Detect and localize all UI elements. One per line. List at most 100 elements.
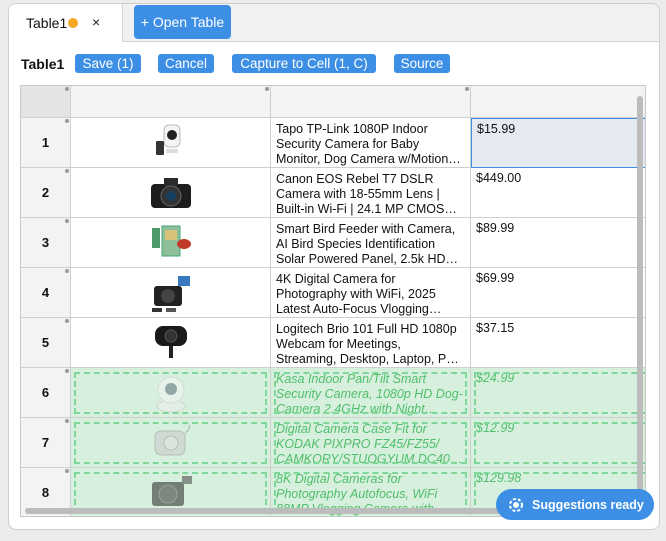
title-line: Smart Bird Feeder with Camera, bbox=[276, 222, 456, 236]
tab-label: Table1 bbox=[26, 15, 68, 31]
price-value: $37.15 bbox=[476, 321, 515, 335]
image-cell[interactable] bbox=[71, 118, 271, 168]
column-header-b[interactable] bbox=[271, 86, 471, 118]
resize-handle-icon[interactable] bbox=[65, 119, 69, 123]
bird-feeder-image bbox=[145, 222, 197, 264]
title-line: Tapo TP-Link 1080P Indoor bbox=[276, 122, 428, 136]
title-line: Streaming, Desktop, Laptop, P… bbox=[276, 352, 459, 366]
price-value: $129.98 bbox=[476, 471, 522, 485]
sparkle-icon bbox=[509, 497, 523, 512]
resize-handle-icon[interactable] bbox=[65, 469, 69, 473]
title-cell[interactable]: Logitech Brio 101 Full HD 1080p Webcam fo… bbox=[271, 318, 471, 368]
unsaved-dot-icon bbox=[68, 18, 79, 28]
row-number[interactable]: 7 bbox=[21, 418, 71, 468]
product-title: Digital Camera Case Fit for KODAK PIXPRO … bbox=[271, 418, 470, 471]
title-line: Security Camera for Baby bbox=[276, 137, 420, 151]
row-number[interactable]: 5 bbox=[21, 318, 71, 368]
dslr-camera-image bbox=[145, 172, 197, 214]
title-line: 4K Digital Camera for bbox=[276, 272, 396, 286]
product-title: Tapo TP-Link 1080P Indoor Security Camera… bbox=[271, 118, 470, 171]
price-value: $15.99 bbox=[477, 122, 516, 136]
resize-handle-icon[interactable] bbox=[65, 219, 69, 223]
row-number[interactable]: 6 bbox=[21, 368, 71, 418]
price-value: $89.99 bbox=[476, 221, 515, 235]
row-number[interactable]: 1 bbox=[21, 118, 71, 168]
title-line: Logitech Brio 101 Full HD 1080p bbox=[276, 322, 457, 336]
image-cell[interactable] bbox=[71, 368, 271, 418]
resize-handle-icon[interactable] bbox=[65, 369, 69, 373]
title-cell[interactable]: 4K Digital Camera for Photography with Wi… bbox=[271, 268, 471, 318]
close-tab-icon[interactable]: × bbox=[92, 14, 100, 30]
digital-camera-kit-image bbox=[145, 272, 197, 314]
title-cell[interactable]: Canon EOS Rebel T7 DSLR Camera with 18-55… bbox=[271, 168, 471, 218]
title-line: Photography Autofocus, WiFi bbox=[276, 487, 438, 501]
selected-price-cell[interactable]: $15.99 bbox=[471, 118, 645, 168]
product-title: Smart Bird Feeder with Camera, AI Bird Sp… bbox=[271, 218, 470, 271]
toast-label: Suggestions ready bbox=[532, 497, 644, 512]
resize-handle-icon[interactable] bbox=[65, 319, 69, 323]
suggestions-toast[interactable]: Suggestions ready bbox=[496, 489, 654, 520]
tab-table1[interactable]: Table1 × bbox=[9, 4, 123, 42]
open-table-button[interactable]: + Open Table bbox=[134, 5, 231, 39]
title-line: Photography with WiFi, 2025 bbox=[276, 287, 436, 301]
resize-handle-icon[interactable] bbox=[65, 87, 69, 91]
save-button[interactable]: Save (1) bbox=[75, 54, 141, 73]
image-cell[interactable] bbox=[71, 318, 271, 368]
image-cell[interactable] bbox=[71, 268, 271, 318]
row-number[interactable]: 2 bbox=[21, 168, 71, 218]
camera-case-image bbox=[145, 422, 197, 464]
title-cell[interactable]: Kasa Indoor Pan/Tilt Smart Security Camer… bbox=[271, 368, 471, 418]
title-line: Camera with 18-55mm Lens | bbox=[276, 187, 440, 201]
row-number[interactable]: 4 bbox=[21, 268, 71, 318]
table-title: Table1 bbox=[21, 56, 65, 72]
title-line: KODAK PIXPRO FZ45/FZ55/ bbox=[276, 437, 440, 451]
title-cell[interactable]: Tapo TP-Link 1080P Indoor Security Camera… bbox=[271, 118, 471, 168]
title-line: CAMKORY/STUOGYUM DC402… bbox=[276, 452, 465, 466]
price-value: $24.99 bbox=[476, 371, 515, 385]
pan-tilt-camera-image bbox=[145, 372, 197, 414]
title-line: Latest Auto-Focus Vlogging… bbox=[276, 302, 442, 316]
column-header-c[interactable] bbox=[471, 86, 645, 118]
corner-cell[interactable] bbox=[21, 86, 71, 118]
price-cell[interactable]: $449.00 bbox=[471, 168, 645, 218]
resize-handle-icon[interactable] bbox=[65, 269, 69, 273]
price-cell[interactable]: $24.99 bbox=[471, 368, 645, 418]
title-line: Monitor, Dog Camera w/Motion… bbox=[276, 152, 461, 166]
resize-handle-icon[interactable] bbox=[265, 87, 269, 91]
capture-to-cell-button[interactable]: Capture to Cell (1, C) bbox=[232, 54, 376, 73]
cancel-button[interactable]: Cancel bbox=[158, 54, 214, 73]
row-number[interactable]: 3 bbox=[21, 218, 71, 268]
table-window: Table1 × + Open Table Table1 Save (1) Ca… bbox=[8, 3, 660, 530]
tab-bar: Table1 × + Open Table bbox=[9, 4, 659, 42]
image-cell[interactable] bbox=[71, 168, 271, 218]
title-line: Security Camera, 1080p HD Dog- bbox=[276, 387, 463, 401]
title-cell[interactable]: Digital Camera Case Fit for KODAK PIXPRO … bbox=[271, 418, 471, 468]
column-header-a[interactable] bbox=[71, 86, 271, 118]
price-cell[interactable]: $69.99 bbox=[471, 268, 645, 318]
resize-handle-icon[interactable] bbox=[65, 419, 69, 423]
title-line: AI Bird Species Identification bbox=[276, 237, 436, 251]
toolbar: Table1 Save (1) Cancel Capture to Cell (… bbox=[9, 42, 659, 84]
title-line: 8K Digital Cameras for bbox=[276, 472, 402, 486]
price-value: $12.99 bbox=[476, 421, 515, 435]
price-cell[interactable]: $89.99 bbox=[471, 218, 645, 268]
price-cell[interactable]: $37.15 bbox=[471, 318, 645, 368]
resize-handle-icon[interactable] bbox=[65, 169, 69, 173]
source-button[interactable]: Source bbox=[394, 54, 450, 73]
image-cell[interactable] bbox=[71, 418, 271, 468]
security-camera-image bbox=[145, 122, 197, 164]
data-grid[interactable]: 1 Tapo TP-Link 1080P Indoor Security Camer… bbox=[20, 85, 646, 517]
product-title: Logitech Brio 101 Full HD 1080p Webcam fo… bbox=[271, 318, 470, 371]
vertical-scrollbar[interactable] bbox=[637, 96, 643, 511]
image-cell[interactable] bbox=[71, 218, 271, 268]
price-cell[interactable]: $12.99 bbox=[471, 418, 645, 468]
title-line: Digital Camera Case Fit for bbox=[276, 422, 427, 436]
title-cell[interactable]: Smart Bird Feeder with Camera, AI Bird Sp… bbox=[271, 218, 471, 268]
resize-handle-icon[interactable] bbox=[465, 87, 469, 91]
product-title: 4K Digital Camera for Photography with Wi… bbox=[271, 268, 470, 321]
product-title: Kasa Indoor Pan/Tilt Smart Security Camer… bbox=[271, 368, 470, 421]
title-line: Canon EOS Rebel T7 DSLR bbox=[276, 172, 434, 186]
title-line: Webcam for Meetings, bbox=[276, 337, 401, 351]
title-line: Built-in Wi-Fi | 24.1 MP CMOS… bbox=[276, 202, 457, 216]
price-value: $449.00 bbox=[476, 171, 522, 185]
